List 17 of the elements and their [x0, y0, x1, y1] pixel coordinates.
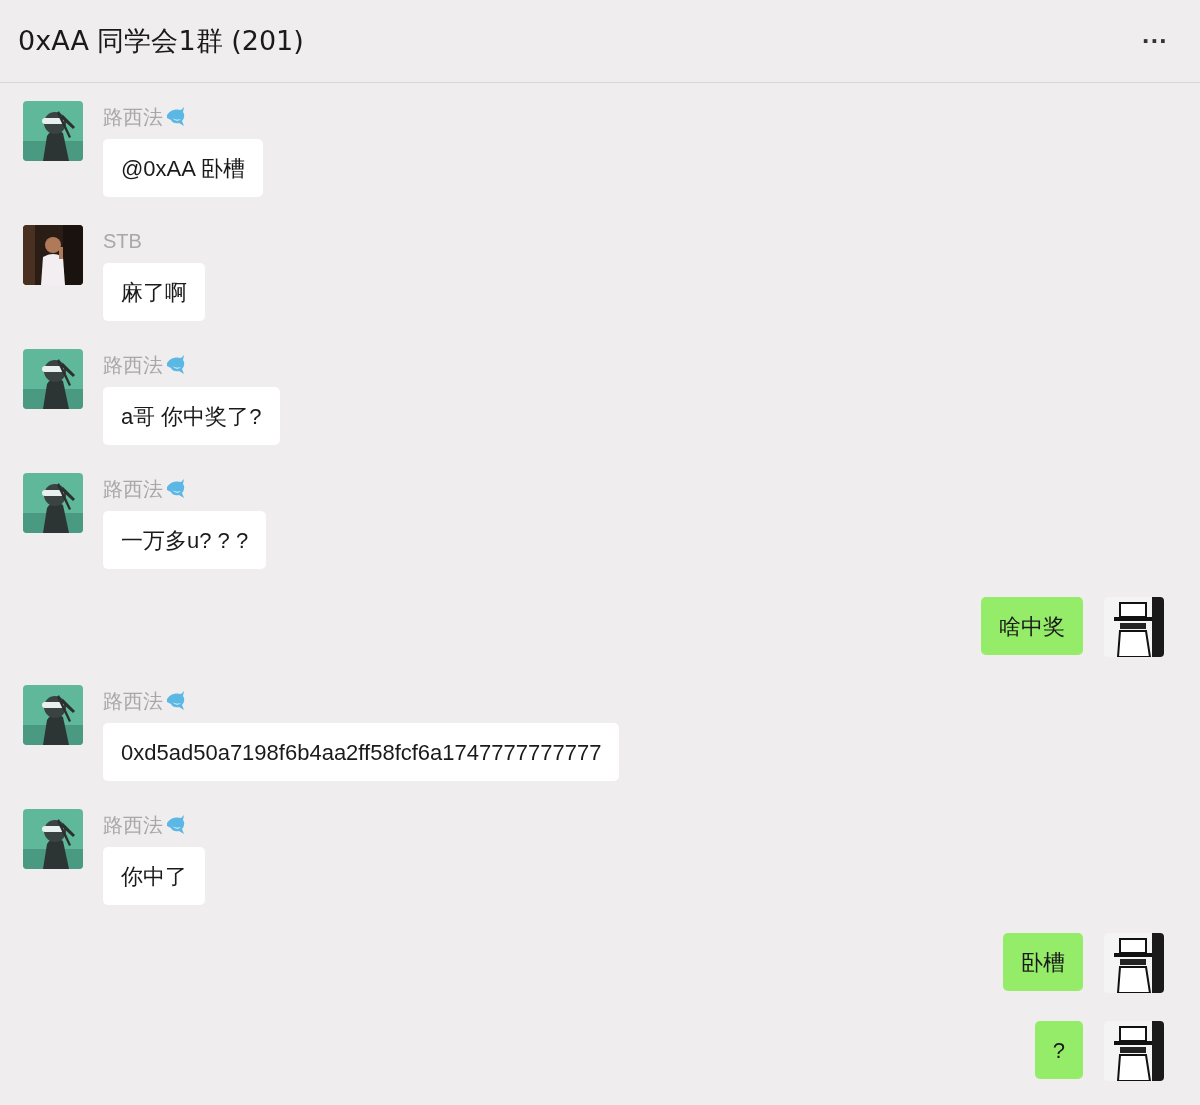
sender-name: 路西法: [103, 477, 163, 502]
message-bubble: 卧槽: [1003, 933, 1083, 991]
message-bubble: 啥中奖: [981, 597, 1083, 655]
message-bubble: 0xd5ad50a7198f6b4aa2ff58fcf6a1747777777777: [103, 723, 620, 781]
sender-name: 路西法: [103, 813, 163, 838]
more-button[interactable]: ···: [1142, 28, 1182, 54]
sender-name: 路西法: [103, 689, 163, 714]
window-title: 0xAA 同学会1群 (201): [18, 23, 304, 58]
sender-name: 路西法: [103, 105, 163, 130]
message-bubble: @0xAA 卧槽: [103, 139, 263, 197]
message-bubble: 一万多u? ? ?: [103, 511, 267, 569]
message-bubble: 你中了: [103, 847, 205, 905]
message-bubble: ?: [1034, 1021, 1083, 1079]
message-bubble: 麻了啊: [103, 263, 205, 321]
message-bubble: a哥 你中奖了?: [103, 387, 280, 445]
sender-name: STB: [103, 229, 142, 254]
sender-name: 路西法: [103, 353, 163, 378]
